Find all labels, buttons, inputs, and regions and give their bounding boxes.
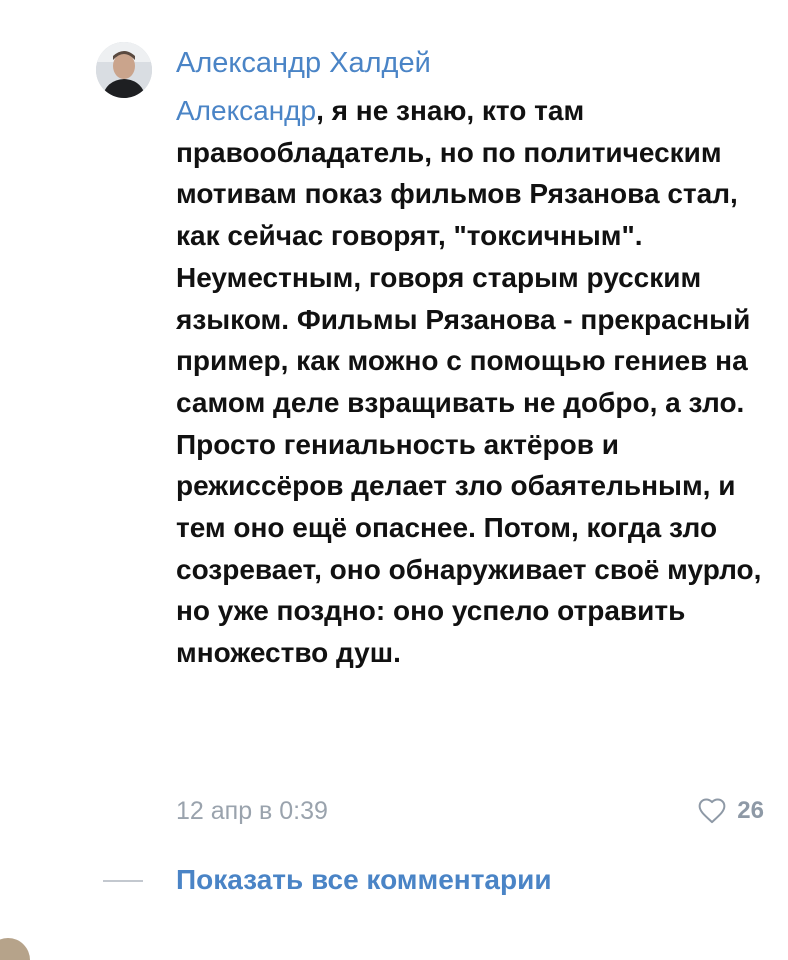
show-all-comments-link[interactable]: Показать все комментарии	[176, 862, 552, 898]
comment-text: Александр, я не знаю, кто там правооблад…	[176, 90, 780, 674]
comment-author[interactable]: Александр Халдей	[176, 44, 431, 82]
thread-divider	[103, 880, 143, 882]
heart-outline-icon	[698, 798, 726, 824]
comment-date[interactable]: 12 апр в 0:39	[176, 794, 328, 828]
like-button[interactable]: 26	[697, 794, 764, 828]
next-comment-avatar[interactable]	[0, 938, 30, 960]
comment-body: , я не знаю, кто там правообладатель, но…	[176, 95, 762, 669]
avatar[interactable]	[96, 42, 152, 98]
like-count: 26	[737, 797, 764, 824]
avatar-photo-icon	[96, 42, 152, 98]
comment-thread: Александр Халдей Александр, я не знаю, к…	[0, 0, 788, 960]
reply-to-mention[interactable]: Александр	[176, 95, 316, 126]
